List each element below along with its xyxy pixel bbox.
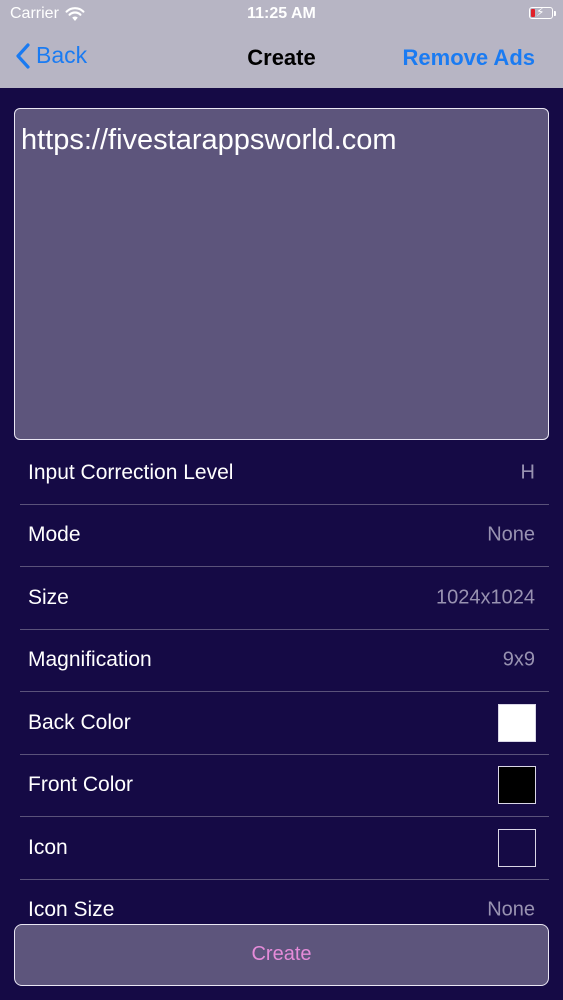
create-button[interactable]: Create	[14, 924, 549, 986]
navigation-bar: Back Create Remove Ads	[0, 30, 563, 86]
setting-value: 9x9	[502, 648, 535, 671]
setting-row-back-color[interactable]: Back Color	[20, 692, 549, 755]
setting-label: Mode	[28, 523, 81, 547]
setting-value: H	[520, 461, 535, 484]
setting-value: None	[487, 898, 535, 921]
battery-icon: ⚡	[529, 5, 556, 19]
setting-label: Magnification	[28, 648, 152, 672]
setting-row-mode[interactable]: Mode None	[20, 505, 549, 567]
settings-list: Input Correction Level H Mode None Size …	[0, 442, 563, 942]
charging-bolt-icon: ⚡	[536, 5, 545, 19]
setting-label: Icon	[28, 835, 68, 859]
setting-value: None	[487, 523, 535, 546]
setting-label: Size	[28, 585, 69, 609]
setting-label: Back Color	[28, 710, 131, 734]
create-screen: Carrier 11:25 AM ⚡ Back Create Remove Ad…	[0, 0, 563, 1000]
remove-ads-button[interactable]: Remove Ads	[403, 45, 535, 71]
setting-row-size[interactable]: Size 1024x1024	[20, 567, 549, 630]
icon-swatch[interactable]	[498, 828, 536, 867]
setting-row-icon[interactable]: Icon	[20, 817, 549, 880]
setting-label: Front Color	[28, 773, 134, 797]
setting-row-front-color[interactable]: Front Color	[20, 755, 549, 817]
setting-label: Icon Size	[28, 898, 115, 922]
front-color-swatch[interactable]	[498, 766, 536, 805]
top-bar: Carrier 11:25 AM ⚡ Back Create Remove Ad…	[0, 0, 563, 88]
content-text-input[interactable]: https://fivestarappsworld.com	[14, 108, 549, 440]
setting-row-correction-level[interactable]: Input Correction Level H	[20, 442, 549, 505]
setting-row-magnification[interactable]: Magnification 9x9	[20, 630, 549, 692]
setting-label: Input Correction Level	[28, 460, 234, 484]
back-color-swatch[interactable]	[498, 703, 536, 742]
setting-value: 1024x1024	[436, 586, 535, 609]
battery-level	[531, 9, 535, 17]
status-bar: Carrier 11:25 AM ⚡	[0, 0, 563, 30]
status-time: 11:25 AM	[247, 5, 316, 22]
